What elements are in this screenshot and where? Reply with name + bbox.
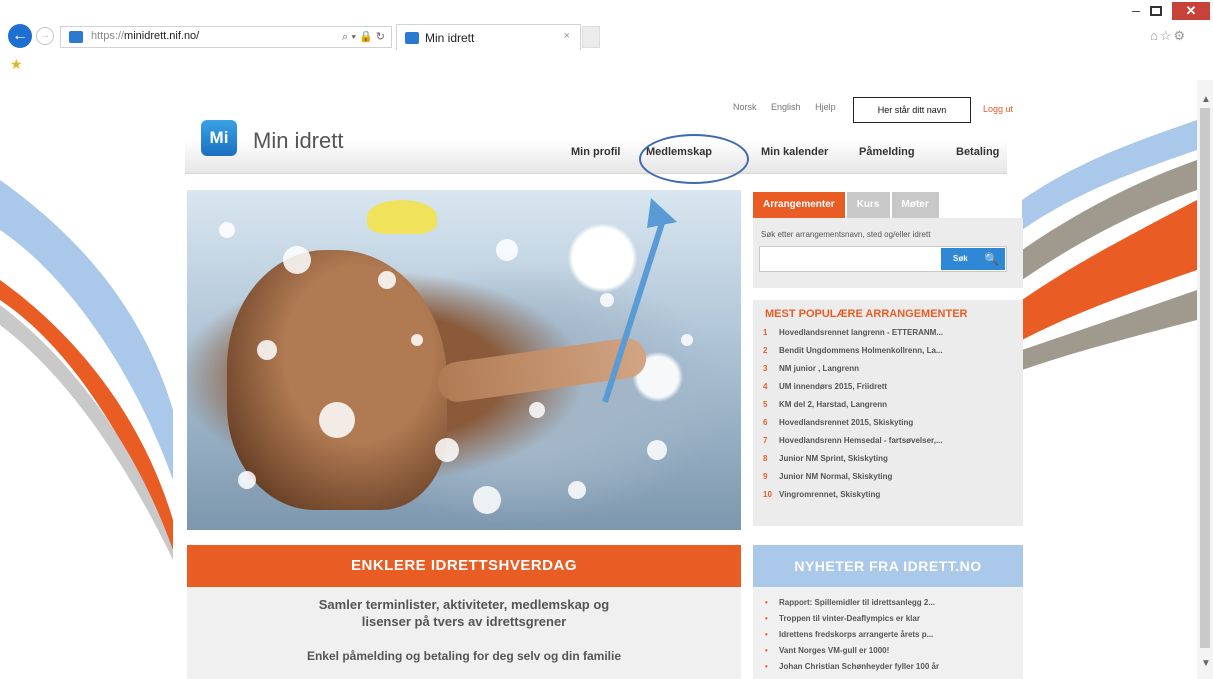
- news-link[interactable]: Troppen til vinter-Deaflympics er klar: [779, 614, 920, 623]
- help-link[interactable]: Hjelp: [815, 102, 836, 112]
- scroll-up-icon[interactable]: ▲: [1201, 94, 1211, 105]
- popular-event-link[interactable]: Junior NM Normal, Skiskyting: [779, 472, 892, 481]
- search-button-label: Søk: [953, 254, 968, 263]
- popular-event-item[interactable]: 8 Junior NM Sprint, Skiskyting: [763, 450, 1018, 468]
- site-favicon-icon: [69, 31, 83, 43]
- lang-norsk-link[interactable]: Norsk: [733, 102, 757, 112]
- popular-event-item[interactable]: 6 Hovedlandsrennet 2015, Skiskyting: [763, 414, 1018, 432]
- page-viewport: ▲ ▼ Norsk English Hjelp Logg ut Her står…: [0, 80, 1213, 679]
- popular-event-item[interactable]: 1 Hovedlandsrennet langrenn - ETTERANM...: [763, 324, 1018, 342]
- popular-event-rank: 9: [763, 472, 768, 481]
- news-bullet: •: [765, 598, 768, 607]
- popular-event-item[interactable]: 7 Hovedlandsrenn Hemsedal - fartsøvelser,…: [763, 432, 1018, 450]
- news-link[interactable]: Idrettens fredskorps arrangerte årets p.…: [779, 630, 933, 639]
- popular-event-item[interactable]: 5 KM del 2, Harstad, Langrenn: [763, 396, 1018, 414]
- event-tabs: Arrangementer Kurs Møter: [753, 192, 941, 218]
- scroll-thumb[interactable]: [1200, 108, 1210, 648]
- popular-event-rank: 3: [763, 364, 768, 373]
- promo-line-2: lisenser på tvers av idrettsgrener: [361, 614, 567, 629]
- news-link[interactable]: Rapport: Spillemidler til idrettsanlegg …: [779, 598, 935, 607]
- url-host: minidrett.nif.no/: [124, 30, 200, 42]
- logout-link[interactable]: Logg ut: [983, 104, 1013, 114]
- popular-event-item[interactable]: 10 Vingromrennet, Skiskyting: [763, 486, 1018, 504]
- browser-chrome: ← → https://minidrett.nif.no/ ⌕ ▾ 🔒 ↻ Mi…: [0, 0, 1213, 78]
- news-bullet: •: [765, 630, 768, 639]
- popular-event-rank: 7: [763, 436, 768, 445]
- search-icon: 🔍: [984, 252, 999, 266]
- nav-min-profil[interactable]: Min profil: [571, 146, 621, 158]
- news-bullet: •: [765, 662, 768, 671]
- popular-event-rank: 1: [763, 328, 768, 337]
- popular-event-link[interactable]: KM del 2, Harstad, Langrenn: [779, 400, 887, 409]
- user-name-annotation: Her står ditt navn: [853, 97, 971, 123]
- favorites-star-icon[interactable]: ★: [10, 56, 23, 73]
- promo-line-3: Enkel påmelding og betaling for deg selv…: [306, 649, 622, 663]
- hero-image: [187, 190, 741, 530]
- news-bullet: •: [765, 646, 768, 655]
- popular-event-rank: 6: [763, 418, 768, 427]
- back-arrow-icon[interactable]: ←: [8, 24, 32, 48]
- popular-events-panel: MEST POPULÆRE ARRANGEMENTER 1 Hovedlandsr…: [753, 300, 1023, 526]
- popular-event-link[interactable]: Vingromrennet, Skiskyting: [779, 490, 880, 499]
- forward-arrow-icon[interactable]: →: [36, 27, 54, 45]
- popular-event-link[interactable]: UM innendørs 2015, Friidrett: [779, 382, 887, 391]
- nav-betaling[interactable]: Betaling: [956, 146, 999, 158]
- popular-event-link[interactable]: Hovedlandsrennet langrenn - ETTERANM...: [779, 328, 943, 337]
- url-text[interactable]: https://minidrett.nif.no/: [91, 30, 199, 42]
- search-hint: Søk etter arrangementsnavn, sted og/elle…: [761, 230, 931, 239]
- browser-tab[interactable]: Min idrett ×: [396, 24, 581, 50]
- news-link[interactable]: Vant Norges VM-gull er 1000!: [779, 646, 889, 655]
- search-lock-refresh-icon[interactable]: ⌕ ▾ 🔒 ↻: [342, 30, 385, 44]
- popular-event-link[interactable]: Hovedlandsrennet 2015, Skiskyting: [779, 418, 913, 427]
- popular-event-link[interactable]: Hovedlandsrenn Hemsedal - fartsøvelser,.…: [779, 436, 943, 445]
- popular-event-item[interactable]: 4 UM innendørs 2015, Friidrett: [763, 378, 1018, 396]
- address-bar[interactable]: https://minidrett.nif.no/ ⌕ ▾ 🔒 ↻: [60, 26, 392, 48]
- popular-event-link[interactable]: Bendit Ungdommens Holmenkollrenn, La...: [779, 346, 943, 355]
- popular-event-rank: 8: [763, 454, 768, 463]
- new-tab-button[interactable]: [582, 26, 600, 48]
- popular-events-list: 1 Hovedlandsrennet langrenn - ETTERANM...…: [763, 324, 1018, 504]
- tab-kurs[interactable]: Kurs: [846, 192, 890, 218]
- tab-title: Min idrett: [425, 31, 475, 45]
- news-link[interactable]: Johan Christian Schønheyder fyller 100 å…: [779, 662, 939, 671]
- news-title: NYHETER FRA IDRETT.NO: [753, 545, 1023, 587]
- medlemskap-highlight-ellipse: [639, 134, 749, 184]
- popular-event-link[interactable]: NM junior , Langrenn: [779, 364, 859, 373]
- tab-favicon-icon: [405, 32, 419, 44]
- news-bullet: •: [765, 614, 768, 623]
- minimize-button[interactable]: –: [1126, 3, 1146, 18]
- home-star-gear-icon[interactable]: ⌂☆⚙: [1150, 28, 1187, 44]
- tab-arrangementer[interactable]: Arrangementer: [753, 192, 845, 218]
- close-window-button[interactable]: ✕: [1172, 2, 1210, 20]
- popular-event-item[interactable]: 2 Bendit Ungdommens Holmenkollrenn, La...: [763, 342, 1018, 360]
- popular-events-title: MEST POPULÆRE ARRANGEMENTER: [765, 308, 968, 320]
- nav-min-kalender[interactable]: Min kalender: [761, 146, 828, 158]
- popular-event-rank: 4: [763, 382, 768, 391]
- promo-banner-title: ENKLERE IDRETTSHVERDAG: [187, 545, 741, 587]
- promo-banner-body: Samler terminlister, aktiviteter, medlem…: [187, 587, 741, 679]
- popular-event-link[interactable]: Junior NM Sprint, Skiskyting: [779, 454, 888, 463]
- hero-water-splash: [219, 222, 693, 514]
- popular-event-rank: 2: [763, 346, 768, 355]
- logo-text[interactable]: Min idrett: [253, 128, 343, 154]
- popular-event-item[interactable]: 3 NM junior , Langrenn: [763, 360, 1018, 378]
- promo-line-1: Samler terminlister, aktiviteter, medlem…: [318, 597, 610, 612]
- news-panel: • Rapport: Spillemidler til idrettsanlegg…: [753, 587, 1023, 679]
- lang-english-link[interactable]: English: [771, 102, 801, 112]
- search-button[interactable]: Søk 🔍: [941, 248, 1005, 270]
- scroll-down-icon[interactable]: ▼: [1201, 658, 1211, 669]
- nav-pamelding[interactable]: Påmelding: [859, 146, 915, 158]
- language-links: Norsk English Hjelp: [733, 102, 848, 112]
- tab-close-icon[interactable]: ×: [564, 30, 570, 42]
- popular-event-item[interactable]: 9 Junior NM Normal, Skiskyting: [763, 468, 1018, 486]
- maximize-button[interactable]: [1150, 6, 1162, 16]
- tab-moter[interactable]: Møter: [891, 192, 939, 218]
- popular-event-rank: 5: [763, 400, 768, 409]
- site-container: Norsk English Hjelp Logg ut Her står dit…: [173, 80, 1023, 679]
- url-prefix: https://: [91, 30, 125, 42]
- event-search-panel: Søk etter arrangementsnavn, sted og/elle…: [753, 218, 1023, 288]
- min-idrett-logo-icon[interactable]: Mi: [201, 120, 237, 156]
- popular-event-rank: 10: [763, 490, 772, 499]
